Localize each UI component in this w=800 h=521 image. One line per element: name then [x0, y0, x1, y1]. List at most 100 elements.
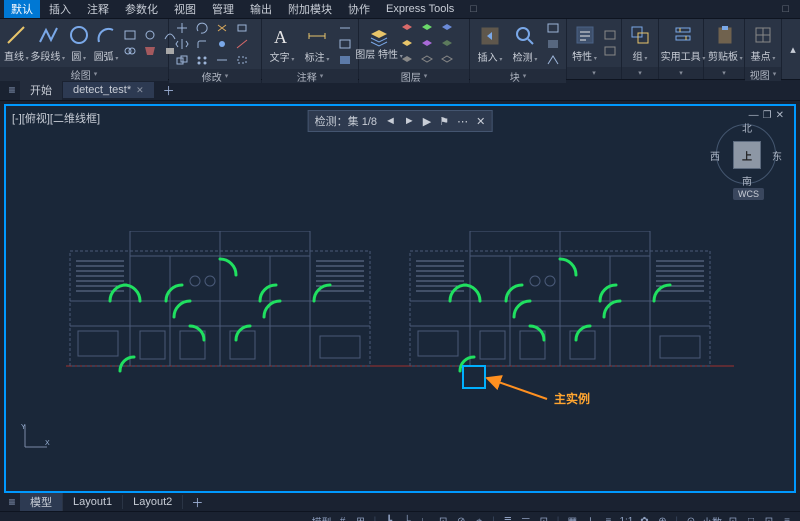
menu-item-9[interactable]: Express Tools [379, 2, 461, 16]
mini-tool[interactable] [438, 37, 456, 51]
insert-button[interactable]: 插入 [474, 22, 506, 66]
viewcube-south[interactable]: 南 [742, 173, 752, 188]
status-btn[interactable]: ≣ [501, 514, 515, 521]
menu-help-icon[interactable]: □ [775, 2, 796, 16]
array-icon[interactable] [193, 53, 211, 67]
dimension-button[interactable]: 标注 [301, 22, 333, 66]
close-icon[interactable]: ✕ [476, 115, 485, 128]
trim-icon[interactable] [213, 21, 231, 35]
mini-tool[interactable] [213, 53, 231, 67]
status-btn[interactable]: ┣ [382, 514, 396, 521]
clipboard-button[interactable]: 剪贴板 [708, 21, 743, 65]
mini-tool[interactable] [544, 37, 562, 51]
mini-tool[interactable] [601, 44, 619, 58]
ribbon-collapse-button[interactable]: ▴ [786, 19, 800, 79]
mini-tool[interactable] [121, 44, 139, 58]
viewcube-north[interactable]: 北 [742, 120, 752, 135]
menu-item-3[interactable]: 参数化 [118, 0, 165, 18]
status-scale[interactable]: 1:1 [619, 514, 633, 521]
circle-button[interactable]: 圆 [67, 21, 91, 65]
viewcube-east[interactable]: 东 [772, 148, 782, 163]
menu-app-icon[interactable]: □ [463, 2, 484, 16]
mini-tool[interactable] [336, 37, 354, 51]
more-icon[interactable]: ⋯ [457, 115, 468, 128]
group-button[interactable]: 组 [626, 21, 654, 65]
mini-tool[interactable] [233, 37, 251, 51]
fillet-icon[interactable] [193, 37, 211, 51]
file-tab-start[interactable]: 开始 [20, 80, 63, 100]
mini-tool[interactable] [141, 28, 159, 42]
mini-tool[interactable] [438, 53, 456, 67]
status-btn[interactable]: ⊕ [655, 514, 669, 521]
prev-icon[interactable]: ◄ [385, 115, 396, 127]
mini-tool[interactable] [544, 21, 562, 35]
panel-title[interactable] [704, 67, 744, 79]
properties-button[interactable]: 特性 [571, 21, 598, 65]
mini-tool[interactable] [418, 21, 436, 35]
polyline-button[interactable]: 多段线 [32, 21, 64, 65]
scale-icon[interactable] [173, 53, 191, 67]
mini-tool[interactable] [213, 37, 231, 51]
restore-button[interactable]: ❐ [763, 110, 776, 121]
ucs-icon[interactable]: XY [21, 421, 51, 451]
status-units[interactable]: 小数 [702, 514, 722, 521]
viewcube-west[interactable]: 西 [710, 148, 720, 163]
viewcube-face[interactable]: 上 [733, 141, 761, 169]
status-menu[interactable]: ≡ [780, 514, 794, 521]
status-btn[interactable]: ⌖ [472, 514, 486, 521]
arc-button[interactable]: 圆弧 [94, 21, 119, 65]
menu-item-0[interactable]: 默认 [4, 0, 40, 18]
rotate-icon[interactable] [193, 21, 211, 35]
panel-title[interactable]: 块 [470, 69, 566, 83]
status-btn[interactable]: ⊡ [726, 514, 740, 521]
wcs-label[interactable]: WCS [733, 188, 764, 200]
menu-item-4[interactable]: 视图 [167, 0, 203, 18]
menu-item-8[interactable]: 协作 [341, 0, 377, 18]
mini-tool[interactable] [398, 21, 416, 35]
utilities-button[interactable]: 实用工具 [663, 21, 703, 65]
detect-toolbar[interactable]: 检测：集 1/8 ◄ ► ▶ ⚑ ⋯ ✕ [308, 110, 493, 132]
layout-tab-2[interactable]: Layout2 [123, 495, 183, 509]
status-btn[interactable]: ⊙ [684, 514, 698, 521]
mini-tool[interactable] [336, 53, 354, 67]
status-btn[interactable]: └ [400, 514, 414, 521]
panel-title[interactable]: 注释 [262, 69, 358, 83]
flag-icon[interactable]: ⚑ [439, 115, 449, 128]
status-btn[interactable]: □ [744, 514, 758, 521]
menu-item-1[interactable]: 插入 [42, 0, 78, 18]
panel-title[interactable]: 绘图 [0, 67, 168, 81]
status-btn[interactable]: 三 [519, 514, 533, 521]
status-btn[interactable]: ⊡ [762, 514, 776, 521]
menu-item-2[interactable]: 注释 [80, 0, 116, 18]
status-btn[interactable]: 十 [583, 514, 597, 521]
panel-title[interactable]: 视图 [745, 67, 781, 81]
mini-tool[interactable] [418, 53, 436, 67]
mini-tool[interactable] [418, 37, 436, 51]
status-btn[interactable]: ✿ [637, 514, 651, 521]
layout-tab-model[interactable]: 模型 [20, 493, 63, 511]
status-btn[interactable]: # [336, 514, 350, 521]
file-tab-document[interactable]: detect_test*✕ [63, 82, 155, 98]
basepoint-button[interactable]: 基点 [749, 21, 777, 65]
layer-properties-button[interactable]: 图层 特性 [363, 22, 395, 66]
mini-tool[interactable] [233, 21, 251, 35]
mini-tool[interactable] [398, 37, 416, 51]
status-btn[interactable]: ⊘ [454, 514, 468, 521]
layout-tab-1[interactable]: Layout1 [63, 495, 123, 509]
status-grid[interactable]: ⊞ [354, 514, 368, 521]
status-model[interactable]: 模型 [312, 514, 332, 521]
detect-button[interactable]: 检测 [509, 22, 541, 66]
status-btn[interactable]: ⊡ [436, 514, 450, 521]
panel-title[interactable] [622, 67, 658, 79]
panel-title[interactable]: 修改 [169, 69, 261, 83]
drawing-viewport[interactable]: [-][俯视][二维线框] —❐✕ 检测：集 1/8 ◄ ► ▶ ⚑ ⋯ ✕ 上… [4, 104, 796, 493]
hamburger-icon[interactable]: ≡ [4, 83, 20, 97]
panel-title[interactable] [659, 67, 703, 79]
menu-item-6[interactable]: 输出 [243, 0, 279, 18]
view-label[interactable]: [-][俯视][二维线框] [12, 110, 100, 126]
mini-tool[interactable] [544, 53, 562, 67]
mini-tool[interactable] [438, 21, 456, 35]
mini-tool[interactable] [336, 21, 354, 35]
mini-tool[interactable] [121, 28, 139, 42]
next-icon[interactable]: ► [404, 115, 415, 127]
